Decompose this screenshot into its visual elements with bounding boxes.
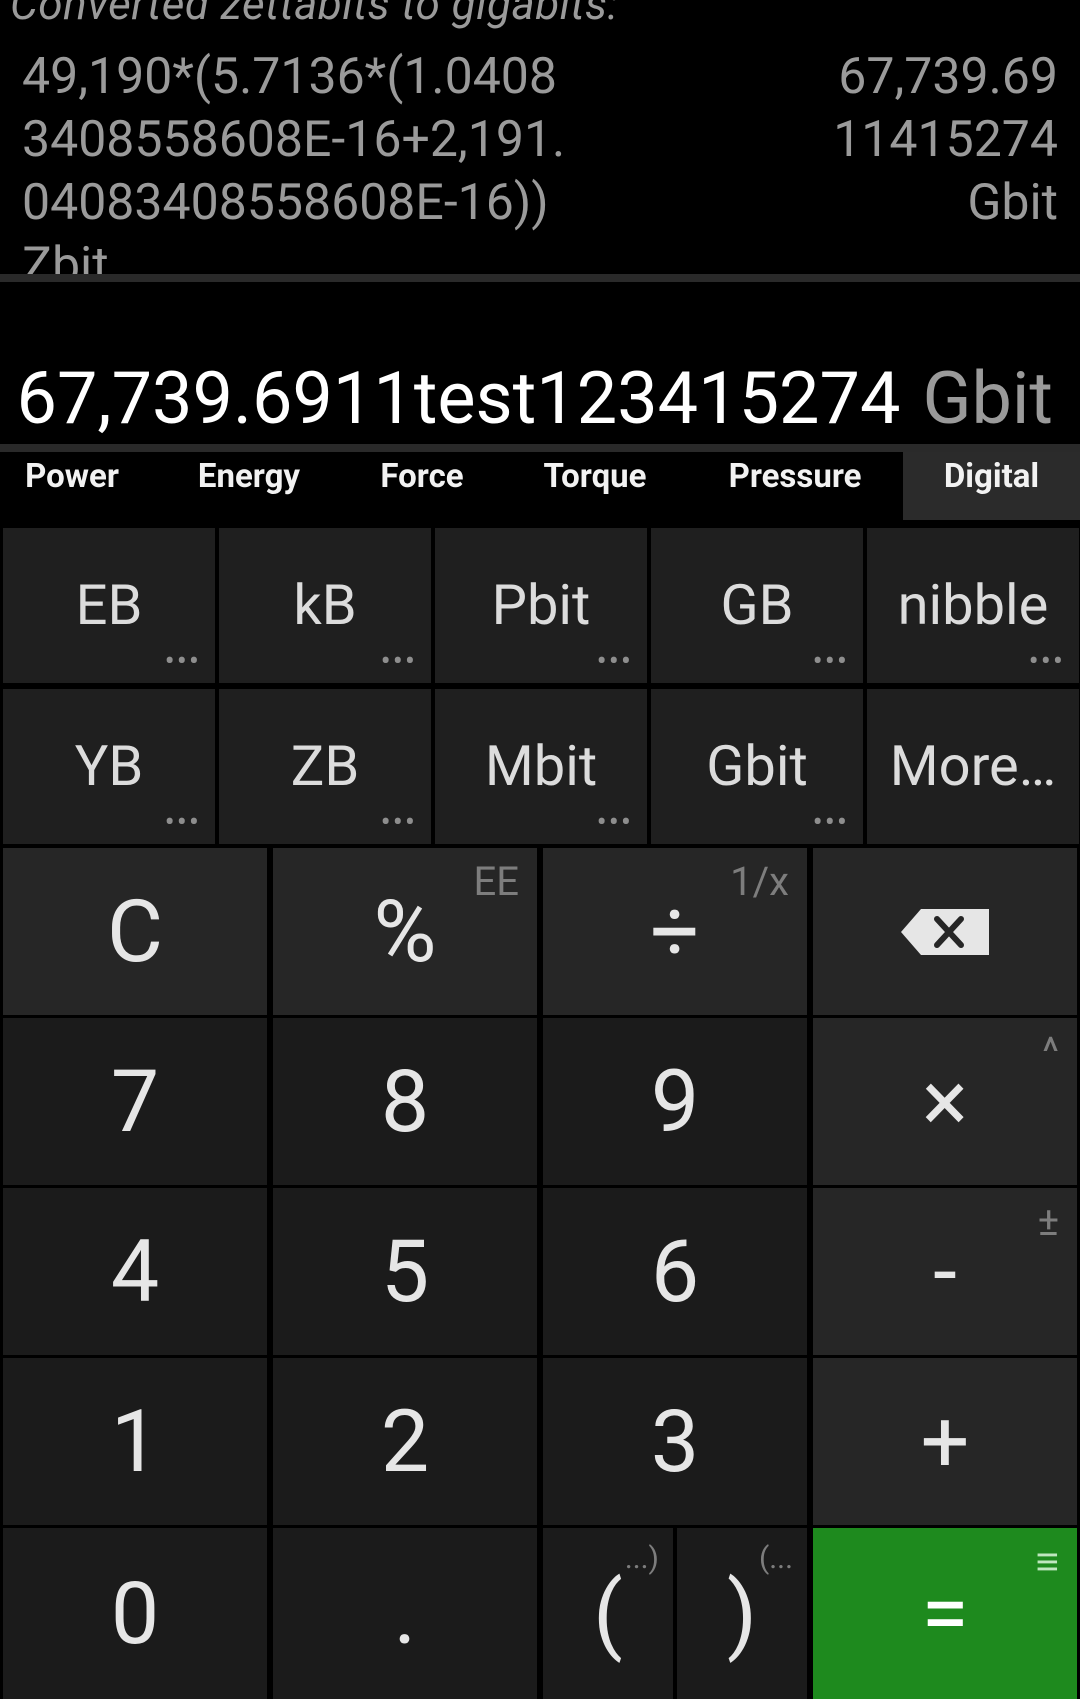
unit-key-nibble[interactable]: nibble ••• xyxy=(867,528,1079,683)
main-display[interactable]: 67,739.6911test123415274 Gbit xyxy=(0,282,1080,444)
clear-button[interactable]: C xyxy=(3,848,267,1015)
open-paren-button[interactable]: ( ...) xyxy=(543,1528,673,1699)
history-divider xyxy=(0,274,1080,282)
plus-label: + xyxy=(920,1390,970,1492)
history-expression: 49,190*(5.7136*(1.0408 3408558608E-16+2,… xyxy=(22,46,565,274)
unit-key-gb[interactable]: GB ••• xyxy=(651,528,863,683)
history-result: 67,739.69 11415274 Gbit xyxy=(833,46,1058,235)
digit-label: 3 xyxy=(650,1390,700,1492)
unit-key-label: Gbit xyxy=(706,733,808,799)
history-result-line: 67,739.69 xyxy=(838,48,1058,106)
digit-label: 5 xyxy=(380,1220,430,1322)
equals-button[interactable]: = ≡ xyxy=(813,1528,1077,1699)
digit-5-button[interactable]: 5 xyxy=(273,1188,537,1355)
reciprocal-label: 1/x xyxy=(730,858,789,905)
unit-key-label: Mbit xyxy=(484,733,598,799)
tab-power[interactable]: Power xyxy=(0,452,144,520)
digit-label: 4 xyxy=(110,1220,160,1322)
minus-button[interactable]: - ± xyxy=(813,1188,1077,1355)
unit-key-label: ZB xyxy=(290,733,360,799)
unit-key-mbit[interactable]: Mbit ••• xyxy=(435,689,647,844)
menu-icon: ≡ xyxy=(1035,1538,1059,1585)
clear-label: C xyxy=(107,880,163,982)
close-paren-label: ) xyxy=(727,1562,757,1664)
open-paren-label: ( xyxy=(593,1562,623,1664)
digit-6-button[interactable]: 6 xyxy=(543,1188,807,1355)
unit-key-label: Pbit xyxy=(491,572,591,638)
digit-label: 6 xyxy=(650,1220,700,1322)
more-dots-icon: ••• xyxy=(164,805,201,840)
tab-torque[interactable]: Torque xyxy=(520,452,670,520)
divide-button[interactable]: ÷ 1/x xyxy=(543,848,807,1015)
history-expression-line: 49,190*(5.7136*(1.0408 xyxy=(22,48,558,106)
more-dots-icon: ••• xyxy=(380,805,417,840)
more-dots-icon: ••• xyxy=(812,805,849,840)
multiply-label: × xyxy=(922,1050,968,1152)
more-dots-icon: ••• xyxy=(380,644,417,679)
digit-8-button[interactable]: 8 xyxy=(273,1018,537,1185)
backspace-button[interactable] xyxy=(813,848,1077,1015)
unit-key-pbit[interactable]: Pbit ••• xyxy=(435,528,647,683)
history-result-line: Gbit xyxy=(967,174,1058,232)
category-tabs: Power Energy Force Torque Pressure Digit… xyxy=(0,452,1080,520)
keypad: C % EE ÷ 1/x 7 8 9 × ^ 4 5 6 - ± 1 2 3 +… xyxy=(0,848,1080,1699)
unit-key-label: EB xyxy=(75,572,143,638)
more-dots-icon: ••• xyxy=(812,644,849,679)
digit-7-button[interactable]: 7 xyxy=(3,1018,267,1185)
close-paren-button[interactable]: ) (... xyxy=(677,1528,807,1699)
unit-key-more[interactable]: More… xyxy=(867,689,1079,844)
history-expression-line: Zbit xyxy=(22,237,109,274)
power-label: ^ xyxy=(1042,1028,1059,1075)
unit-key-label: nibble xyxy=(897,572,1049,638)
display-unit: Gbit xyxy=(922,356,1053,441)
tab-digital[interactable]: Digital xyxy=(903,452,1080,520)
history-expression-line: 3408558608E-16+2,191. xyxy=(22,111,566,169)
unit-key-kb[interactable]: kB ••• xyxy=(219,528,431,683)
open-paren-hint: ...) xyxy=(624,1541,659,1576)
more-dots-icon: ••• xyxy=(596,805,633,840)
close-paren-hint: (... xyxy=(759,1541,793,1576)
history-note: Converted zettabits to gigabits: xyxy=(10,0,619,30)
history-expression-line: 04083408558608E-16)) xyxy=(22,174,549,232)
digit-9-button[interactable]: 9 xyxy=(543,1018,807,1185)
digit-0-button[interactable]: 0 xyxy=(3,1528,267,1699)
digit-label: 8 xyxy=(380,1050,430,1152)
more-dots-icon: ••• xyxy=(596,644,633,679)
unit-key-label: kB xyxy=(293,572,357,638)
unit-key-label: YB xyxy=(74,733,144,799)
digit-label: 7 xyxy=(110,1050,160,1152)
digit-1-button[interactable]: 1 xyxy=(3,1358,267,1525)
tab-pressure[interactable]: Pressure xyxy=(704,452,886,520)
unit-key-eb[interactable]: EB ••• xyxy=(3,528,215,683)
digit-2-button[interactable]: 2 xyxy=(273,1358,537,1525)
digit-label: 9 xyxy=(650,1050,700,1152)
tab-energy[interactable]: Energy xyxy=(178,452,320,520)
unit-key-zb[interactable]: ZB ••• xyxy=(219,689,431,844)
decimal-point-button[interactable]: . xyxy=(273,1528,537,1699)
digit-3-button[interactable]: 3 xyxy=(543,1358,807,1525)
tab-force[interactable]: Force xyxy=(352,452,492,520)
more-dots-icon: ••• xyxy=(164,644,201,679)
digit-label: 1 xyxy=(110,1390,160,1492)
unit-key-label: More… xyxy=(889,733,1057,799)
digit-4-button[interactable]: 4 xyxy=(3,1188,267,1355)
multiply-button[interactable]: × ^ xyxy=(813,1018,1077,1185)
digit-label: 2 xyxy=(380,1390,430,1492)
unit-key-gbit[interactable]: Gbit ••• xyxy=(651,689,863,844)
more-dots-icon: ••• xyxy=(1028,644,1065,679)
display-divider xyxy=(0,444,1080,452)
digit-label: 0 xyxy=(110,1562,160,1664)
plus-button[interactable]: + xyxy=(813,1358,1077,1525)
unit-keys: EB ••• kB ••• Pbit ••• GB ••• nibble •••… xyxy=(0,528,1080,846)
plus-minus-label: ± xyxy=(1037,1198,1059,1245)
exponent-ee-label: EE xyxy=(473,858,519,905)
history-panel[interactable]: Converted zettabits to gigabits: 49,190*… xyxy=(0,0,1080,274)
unit-key-yb[interactable]: YB ••• xyxy=(3,689,215,844)
history-result-line: 11415274 xyxy=(833,111,1058,169)
decimal-point-label: . xyxy=(393,1562,417,1664)
unit-key-label: GB xyxy=(720,572,794,638)
backspace-icon xyxy=(901,908,989,955)
display-value: 67,739.6911test123415274 xyxy=(16,356,901,441)
percent-button[interactable]: % EE xyxy=(273,848,537,1015)
